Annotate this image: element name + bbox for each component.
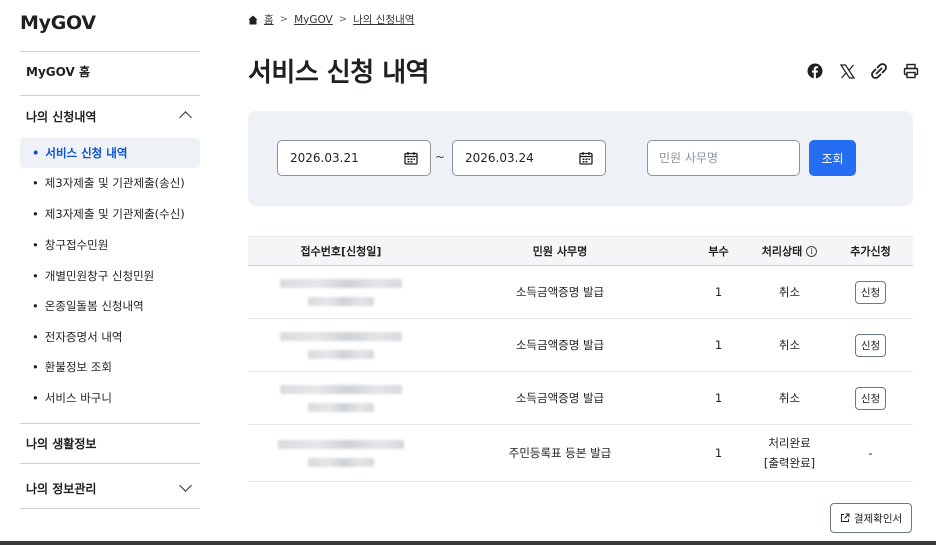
service-name-search-input[interactable]: [647, 140, 800, 176]
column-header-status: 처리상태 i: [751, 236, 828, 266]
service-name-cell: 소득금액증명 발급: [434, 371, 686, 425]
breadcrumb-current-link[interactable]: 나의 신청내역: [353, 12, 414, 27]
status-cell: 취소: [751, 371, 828, 425]
service-name-cell: 주민등록표 등본 발급: [434, 424, 686, 482]
service-name-cell: 소득금액증명 발급: [434, 265, 686, 319]
column-header-copies: 부수: [686, 236, 751, 266]
receipt-no-cell: [248, 371, 434, 425]
column-header-service-name: 민원 사무명: [434, 236, 686, 266]
sidebar-item-e-certificates[interactable]: 전자증명서 내역: [20, 322, 200, 352]
redacted-receipt-number: [248, 384, 434, 412]
share-toolbar: [806, 62, 920, 80]
table-header-row: 접수번호[신청일] 민원 사무명 부수 처리상태 i 추가신청: [248, 236, 913, 266]
date-range-separator: ~: [435, 150, 446, 164]
status-cell: 취소: [751, 318, 828, 372]
end-date-field[interactable]: 2026.03.24: [452, 140, 606, 176]
sidebar-item-service-basket[interactable]: 서비스 바구니: [20, 383, 200, 413]
sidebar-item-refund-info[interactable]: 환불정보 조회: [20, 352, 200, 382]
column-header-receipt-no: 접수번호[신청일]: [248, 236, 434, 266]
sidebar-item-counter-applications[interactable]: 창구접수민원: [20, 230, 200, 260]
redacted-receipt-number: [248, 439, 434, 467]
info-icon[interactable]: i: [806, 246, 818, 257]
sidebar-item-individual-counter[interactable]: 개별민원창구 신청민원: [20, 261, 200, 291]
calendar-icon[interactable]: [579, 151, 593, 165]
copies-cell: 1: [686, 265, 751, 319]
apply-button[interactable]: 신청: [854, 280, 887, 304]
breadcrumb-home-link[interactable]: 홈: [264, 12, 274, 27]
end-date-value: 2026.03.24: [465, 151, 534, 165]
calendar-icon[interactable]: [404, 151, 418, 165]
extra-cell: -: [828, 424, 913, 482]
status-subtext: [출력완료]: [763, 456, 816, 470]
extra-cell: 신청: [828, 318, 913, 372]
service-name-cell: 소득금액증명 발급: [434, 318, 686, 372]
print-icon[interactable]: [902, 62, 920, 80]
receipt-no-cell: [248, 424, 434, 482]
extra-cell: 신청: [828, 371, 913, 425]
receipt-no-cell: [248, 318, 434, 372]
breadcrumb: 홈 > MyGOV > 나의 신청내역: [248, 12, 414, 27]
status-cell: 취소: [751, 265, 828, 319]
table-row: 주민등록표 등본 발급 1 처리완료 [출력완료] -: [248, 424, 913, 482]
copies-cell: 1: [686, 318, 751, 372]
sidebar-section-life-info[interactable]: 나의 생활정보: [26, 435, 96, 452]
extra-cell: 신청: [828, 265, 913, 319]
breadcrumb-mygov-link[interactable]: MyGOV: [294, 14, 333, 26]
start-date-field[interactable]: 2026.03.21: [277, 140, 431, 176]
sidebar-section-applications[interactable]: 나의 신청내역: [26, 108, 200, 125]
search-button[interactable]: 조회: [809, 140, 856, 176]
apply-button[interactable]: 신청: [854, 386, 887, 410]
external-link-icon: [840, 513, 850, 522]
table-row: 소득금액증명 발급 1 취소 신청: [248, 318, 913, 372]
link-icon[interactable]: [870, 62, 888, 80]
start-date-value: 2026.03.21: [290, 151, 359, 165]
chevron-right-icon: >: [279, 14, 289, 25]
receipt-no-cell: [248, 265, 434, 319]
column-header-extra: 추가신청: [828, 236, 913, 266]
payment-receipt-button[interactable]: 결제확인서: [830, 503, 912, 533]
chevron-down-icon[interactable]: [179, 479, 192, 492]
status-text: 처리완료: [768, 436, 811, 450]
sidebar-section-label: 나의 신청내역: [26, 110, 97, 124]
divider: [20, 51, 200, 52]
status-cell: 처리완료 [출력완료]: [751, 424, 828, 482]
chevron-right-icon: >: [338, 14, 348, 25]
copies-cell: 1: [686, 371, 751, 425]
copies-cell: 1: [686, 424, 751, 482]
divider: [20, 423, 200, 424]
apply-button[interactable]: 신청: [854, 333, 887, 357]
table-row: 소득금액증명 발급 1 취소 신청: [248, 371, 913, 425]
status-header-label: 처리상태: [761, 245, 803, 258]
chevron-up-icon[interactable]: [179, 111, 192, 124]
payment-receipt-label: 결제확인서: [853, 512, 903, 525]
divider: [20, 508, 200, 509]
redacted-receipt-number: [248, 278, 434, 306]
search-filter-panel: 2026.03.21 ~ 2026.03.24 조회: [248, 111, 913, 206]
sidebar-item-third-party-sent[interactable]: 제3자제출 및 기관제출(송신): [20, 168, 200, 198]
page-title: 서비스 신청 내역: [248, 58, 430, 88]
brand-logo[interactable]: MyGOV: [20, 12, 96, 34]
divider: [20, 95, 200, 96]
home-icon: [248, 15, 258, 24]
redacted-receipt-number: [248, 331, 434, 359]
sidebar-item-home[interactable]: MyGOV 홈: [26, 63, 90, 80]
x-icon[interactable]: [838, 62, 856, 80]
sidebar-item-service-applications[interactable]: 서비스 신청 내역: [20, 138, 200, 168]
sidebar-section-label: 나의 정보관리: [26, 482, 97, 496]
applications-table: 접수번호[신청일] 민원 사무명 부수 처리상태 i 추가신청 소득금액증명 발급…: [248, 236, 913, 482]
divider: [20, 463, 200, 464]
bottom-edge-bar: [0, 541, 936, 545]
sidebar-section-info-management[interactable]: 나의 정보관리: [26, 479, 200, 497]
table-row: 소득금액증명 발급 1 취소 신청: [248, 265, 913, 319]
sidebar-item-third-party-received[interactable]: 제3자제출 및 기관제출(수신): [20, 199, 200, 229]
facebook-icon[interactable]: [806, 62, 824, 80]
sidebar-item-all-day-care[interactable]: 온종일돌봄 신청내역: [20, 291, 200, 321]
